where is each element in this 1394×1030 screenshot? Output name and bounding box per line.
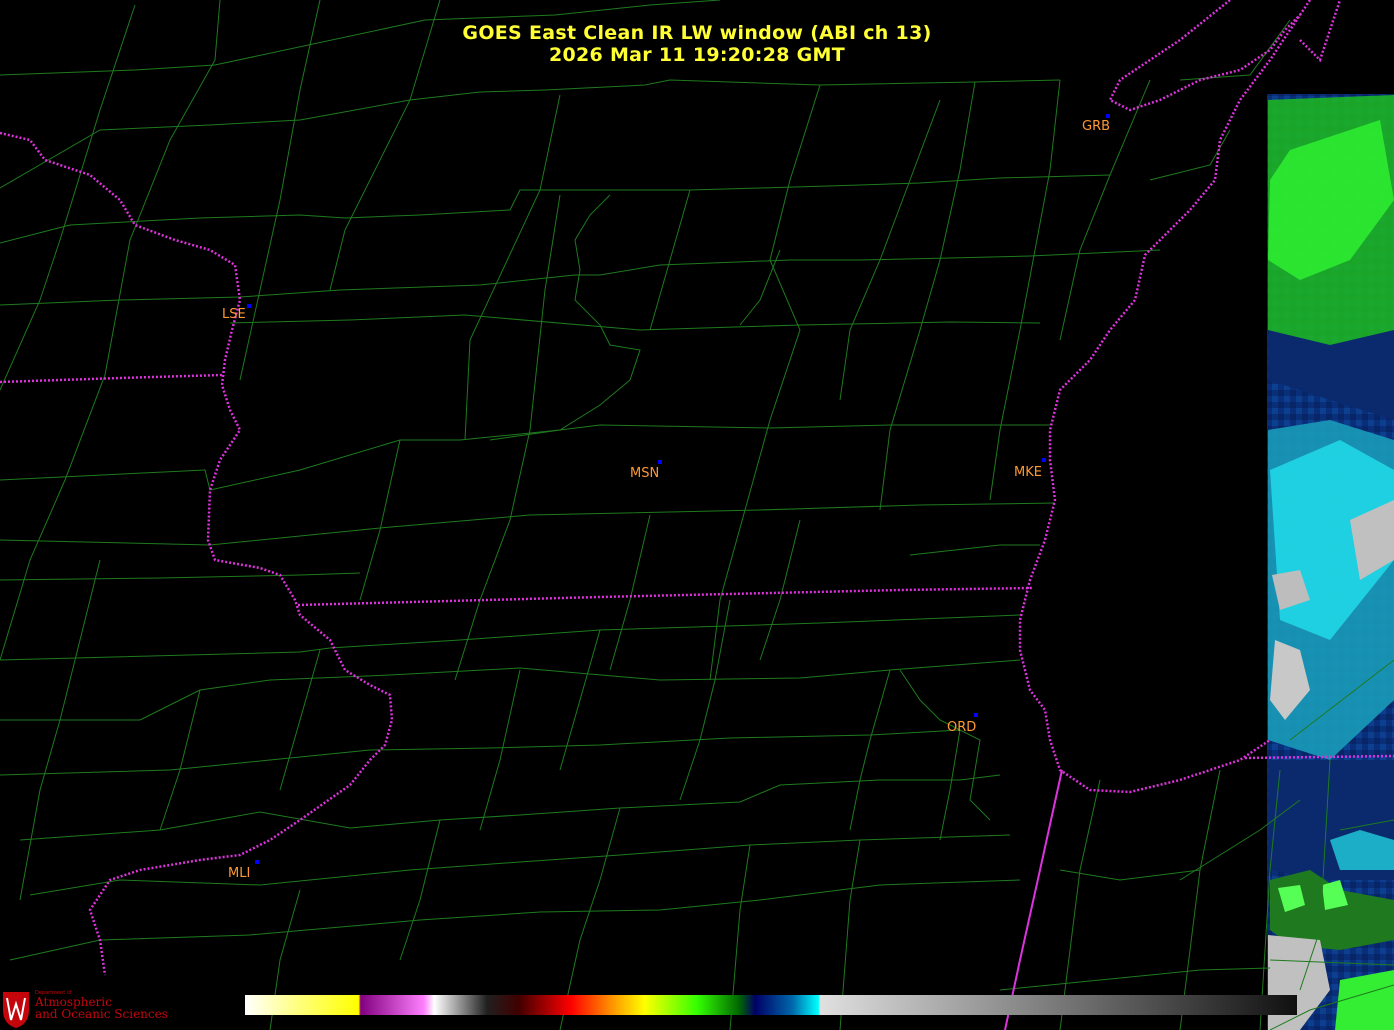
station-marker-lse <box>247 304 251 308</box>
logo-name-line2: and Oceanic Sciences <box>35 1007 168 1021</box>
ir-temperature-colorbar <box>245 995 1297 1015</box>
station-label-ord: ORD <box>947 720 976 735</box>
station-marker-ord <box>974 713 978 717</box>
station-marker-grb <box>1106 114 1110 118</box>
cloud-imagery <box>1267 94 1394 1030</box>
station-labels: GRB LSE MSN MKE ORD MLI <box>222 119 1110 881</box>
station-label-mli: MLI <box>228 866 250 881</box>
uw-crest-icon <box>3 992 29 1028</box>
satellite-map: GRB LSE MSN MKE ORD MLI <box>0 0 1394 1030</box>
title-line-1: GOES East Clean IR LW window (ABI ch 13) <box>462 22 932 44</box>
station-label-mke: MKE <box>1014 465 1042 480</box>
station-label-lse: LSE <box>222 307 246 322</box>
station-marker-msn <box>658 460 662 464</box>
station-marker-mke <box>1042 458 1046 462</box>
title-line-2: 2026 Mar 11 19:20:28 GMT <box>548 44 846 66</box>
station-label-msn: MSN <box>630 466 659 481</box>
il-in-border <box>1004 769 1063 1030</box>
station-label-grb: GRB <box>1082 119 1110 134</box>
logo-name: Atmospheric and Oceanic Sciences <box>35 996 168 1020</box>
county-borders <box>0 0 1394 1030</box>
station-markers <box>247 114 1110 864</box>
station-marker-mli <box>255 860 259 864</box>
